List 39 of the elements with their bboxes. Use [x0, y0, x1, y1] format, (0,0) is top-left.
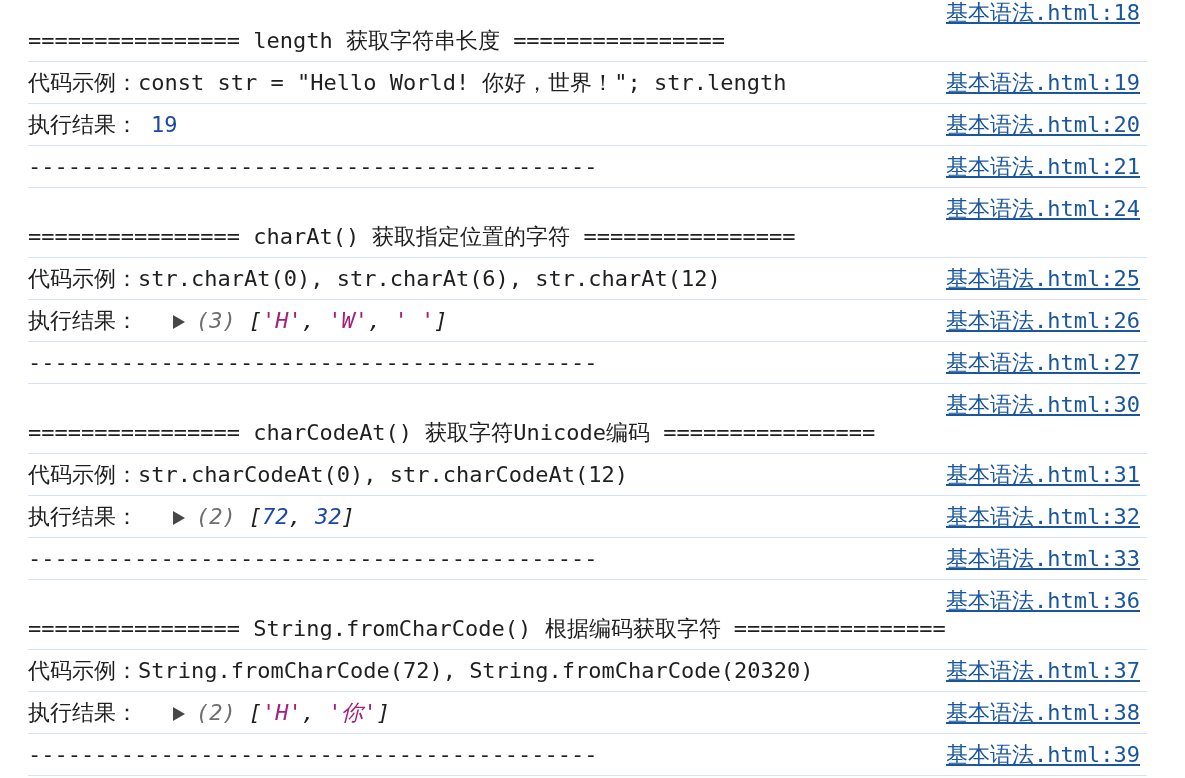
source-link[interactable]: 基本语法.html:36: [946, 586, 1140, 615]
array-preview[interactable]: (2) [72, 32]: [151, 503, 355, 529]
source-link[interactable]: 基本语法.html:27: [946, 348, 1140, 377]
console-message: 代码示例：str.charCodeAt(0), str.charCodeAt(12): [28, 461, 629, 487]
result-label: 执行结果：: [28, 111, 138, 137]
source-link[interactable]: 基本语法.html:38: [946, 698, 1140, 727]
console-message: -------------------------------------------: [28, 349, 598, 375]
source-link[interactable]: 基本语法.html:20: [946, 110, 1140, 139]
caret-icon[interactable]: [173, 706, 185, 721]
console-message: -------------------------------------------: [28, 545, 598, 571]
source-link[interactable]: 基本语法.html:25: [946, 264, 1140, 293]
section-heading-text: ================ charAt() 获取指定位置的字符 ================: [28, 223, 796, 249]
console-message: 代码示例：str.charAt(0), str.charAt(6), str.charAt(12): [28, 265, 721, 291]
result-label: 执行结果：: [28, 503, 138, 529]
source-link[interactable]: 基本语法.html:18: [946, 0, 1140, 27]
caret-icon[interactable]: [173, 314, 185, 329]
section-heading-text: ================ length 获取字符串长度 ================: [28, 27, 726, 53]
console-message: -------------------------------------------: [28, 153, 598, 179]
source-link[interactable]: 基本语法.html:37: [946, 656, 1140, 685]
console-message: 代码示例：const str = "Hello World! 你好，世界！"; str.length: [28, 69, 787, 95]
result-label: 执行结果：: [28, 307, 138, 333]
console-message: 代码示例：String.fromCharCode(72), String.fromCharCode(20320): [28, 657, 814, 683]
source-link[interactable]: 基本语法.html:19: [946, 68, 1140, 97]
source-link[interactable]: 基本语法.html:31: [946, 460, 1140, 489]
source-link[interactable]: 基本语法.html:33: [946, 544, 1140, 573]
source-link[interactable]: 基本语法.html:21: [946, 152, 1140, 181]
source-link[interactable]: 基本语法.html:30: [946, 390, 1140, 419]
source-link[interactable]: 基本语法.html:26: [946, 306, 1140, 335]
console-message: -------------------------------------------: [28, 741, 598, 767]
source-link[interactable]: 基本语法.html:24: [946, 194, 1140, 223]
array-preview[interactable]: (2) ['H', '你']: [151, 699, 390, 725]
caret-icon[interactable]: [173, 510, 185, 525]
result-value: 19: [151, 111, 178, 137]
array-preview[interactable]: (3) ['H', 'W', ' ']: [151, 307, 448, 333]
section-heading-text: ================ String.fromCharCode() 根据编码获取字符 ================: [28, 615, 946, 641]
section-heading-text: ================ charCodeAt() 获取字符Unicode编码 ================: [28, 419, 876, 445]
source-link[interactable]: 基本语法.html:39: [946, 740, 1140, 769]
result-label: 执行结果：: [28, 699, 138, 725]
source-link[interactable]: 基本语法.html:32: [946, 502, 1140, 531]
